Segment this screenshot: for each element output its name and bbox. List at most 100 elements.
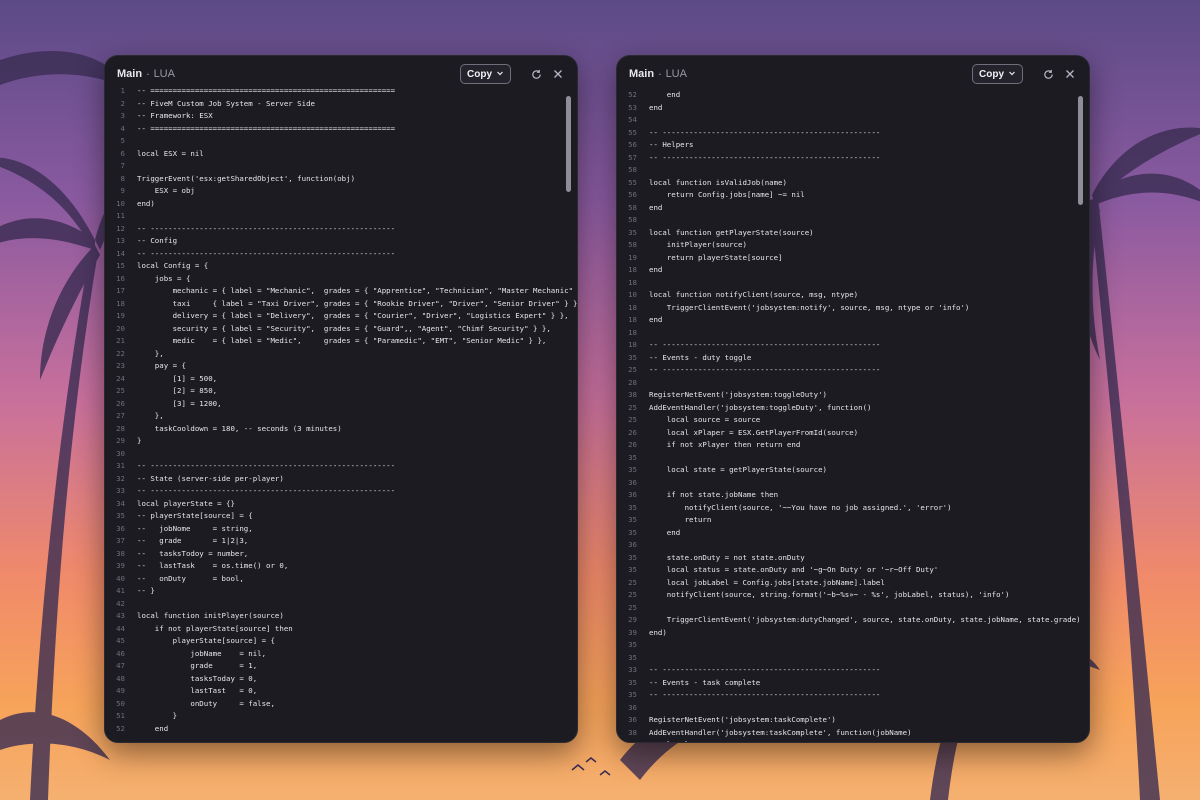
line-number: 55 (628, 127, 637, 137)
code-line: 42 (105, 598, 559, 611)
scrollbar[interactable] (566, 96, 571, 736)
code-line: 18 -- -----------------------------------… (617, 339, 1071, 352)
line-number: 45 (116, 636, 125, 645)
code-line: 29 TriggerClientEvent('jobsystem:dutyCha… (617, 614, 1081, 627)
line-number: 25 (116, 386, 125, 395)
code-line: 49 lastTast = 0, (105, 685, 559, 698)
line-text: local source = source (649, 415, 761, 424)
line-text: ESX = obj (137, 186, 195, 195)
line-text: -- jobNome = string, (137, 523, 253, 533)
line-number: 35 (628, 452, 637, 462)
panel-language: LUA (665, 68, 687, 80)
line-text: -- -------------------------------------… (137, 461, 396, 470)
line-text: if not xPlayer then return end (649, 440, 801, 449)
code-line: 25 (617, 602, 1071, 615)
scrollbar-thumb[interactable] (1078, 96, 1083, 205)
code-line: 33 -- -----------------------------------… (105, 485, 559, 498)
close-icon[interactable] (551, 67, 565, 81)
code-line: 48 tasksToday = 0, (105, 673, 559, 686)
line-number: 26 (116, 398, 125, 408)
line-text: TriggerEvent('esx:getSharedObject', func… (137, 173, 356, 183)
line-number: 36 (628, 490, 637, 499)
scrollbar-thumb[interactable] (566, 96, 571, 192)
chevron-down-icon (496, 69, 504, 80)
code-line: 18 taxi { label = "Taxi Driver", grades … (105, 298, 577, 311)
line-text: RegisterNetEvent('jobsystem:taskComplete… (649, 715, 836, 724)
line-number: 40 (116, 573, 125, 583)
code-line: 36 (617, 702, 1071, 715)
copy-button[interactable]: Copy (972, 64, 1023, 84)
code-line: 58 (617, 214, 1071, 227)
line-text: -- -------------------------------------… (649, 690, 881, 699)
line-text: -- -------------------------------------… (649, 340, 881, 349)
code-line: 57 -- -----------------------------------… (617, 152, 1071, 165)
refresh-icon[interactable] (1041, 67, 1055, 81)
code-line: 53 end (617, 102, 1071, 115)
code-line: 35 -- -----------------------------------… (617, 689, 1071, 702)
line-number: 35 (116, 511, 125, 520)
code-line: 32 -- State (server-side per-player) (105, 473, 559, 486)
panel-title: Main (117, 68, 143, 80)
line-text: jobs = { (137, 273, 191, 283)
line-text: -- -------------------------------------… (137, 223, 396, 233)
line-number: 42 (116, 598, 125, 608)
line-number: 58 (628, 215, 637, 224)
line-number: 19 (116, 311, 125, 320)
line-text: local xPlaper = ESX.GetPlayerFromId(sour… (649, 427, 859, 437)
code-line: 28 taskCooldown = 180, -- seconds (3 min… (105, 423, 559, 436)
line-text: medic = { label = "Medic", grades = { "P… (137, 336, 547, 345)
code-line: 5 (105, 135, 559, 148)
line-number: 25 (628, 602, 637, 612)
line-text: end) (649, 627, 667, 637)
code-line: 34 local playerState = {} (105, 498, 559, 511)
line-text: -- -------------------------------------… (649, 365, 881, 374)
line-number: 49 (116, 686, 125, 695)
code-line: 38 RegisterNetEvent('jobsystem:toggleOuty… (617, 389, 1071, 402)
line-text: local function initPlayer(source) (137, 611, 284, 620)
code-line: 25 [2] = 850, (105, 385, 559, 398)
title-separator: · (146, 67, 150, 81)
line-number: 37 (116, 536, 125, 545)
line-text: state.onDuty = not state.onDuty (649, 552, 805, 562)
code-line: 36 RegisterNetEvent('jobsystem:taskComple… (617, 714, 1071, 727)
code-line: 52 end (617, 89, 1071, 102)
line-number: 14 (116, 248, 125, 258)
line-text: lastTast = 0, (137, 686, 258, 695)
line-number: 36 (628, 540, 637, 549)
line-number: 13 (116, 236, 125, 245)
code-line: 51 } (105, 710, 559, 723)
close-icon[interactable] (1063, 67, 1077, 81)
code-line: 56 -- Helpers (617, 139, 1071, 152)
code-line: 11 (105, 210, 559, 223)
code-line: 8 TriggerEvent('esx:getSharedObject', fun… (105, 173, 559, 186)
code-line: 24 [1] = 500, (105, 373, 559, 386)
copy-button-label: Copy (979, 68, 1004, 80)
line-number: 18 (628, 277, 637, 287)
copy-button[interactable]: Copy (460, 64, 511, 84)
line-text: [2] = 850, (137, 386, 218, 395)
code-line: 3 -- Framework: ESX (105, 110, 559, 123)
line-text: end (649, 315, 663, 324)
code-line: 25 local source = source (617, 414, 1071, 427)
line-number: 35 (628, 565, 637, 574)
code-line: 26 [3] = 1200, (105, 398, 559, 411)
code-line: 26 if not xPlayer then return end (617, 439, 1071, 452)
scrollbar[interactable] (1078, 96, 1083, 736)
line-text: local status = state.onDuty and '~g~On D… (649, 565, 939, 574)
line-text: taxi { label = "Taxi Driver", grades = {… (137, 298, 578, 308)
code-area[interactable]: 1 -- ====================================… (105, 85, 577, 742)
code-line: 6 local ESX = nil (105, 148, 559, 161)
line-number: 35 (628, 502, 637, 512)
code-line: 35 (617, 639, 1071, 652)
code-area[interactable]: 52 end 53 end 54 55 -- ----------------------… (617, 89, 1081, 742)
line-text: return playerState[source] (649, 252, 783, 262)
refresh-icon[interactable] (529, 67, 543, 81)
line-number: 21 (116, 336, 125, 345)
code-line: 15 local Config = { (105, 260, 559, 273)
code-line: 1 -- ====================================… (105, 85, 559, 98)
line-number: 12 (116, 223, 125, 233)
code-line: 9 ESX = obj (105, 185, 559, 198)
code-line: 12 -- -----------------------------------… (105, 223, 559, 236)
code-line: 36 if not state.jobName then (617, 489, 1071, 502)
line-number: 18 (116, 298, 125, 308)
